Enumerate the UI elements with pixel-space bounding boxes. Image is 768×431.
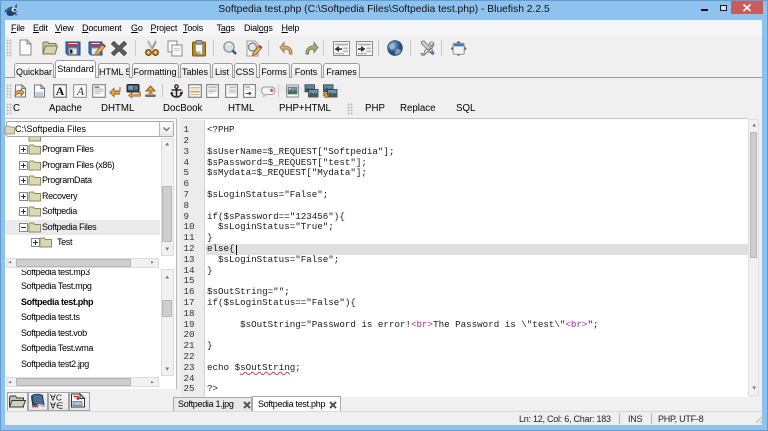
svg-text:∀∈: ∀∈: [50, 401, 64, 411]
svg-text:A: A: [76, 86, 85, 98]
svg-text:A: A: [56, 84, 65, 98]
